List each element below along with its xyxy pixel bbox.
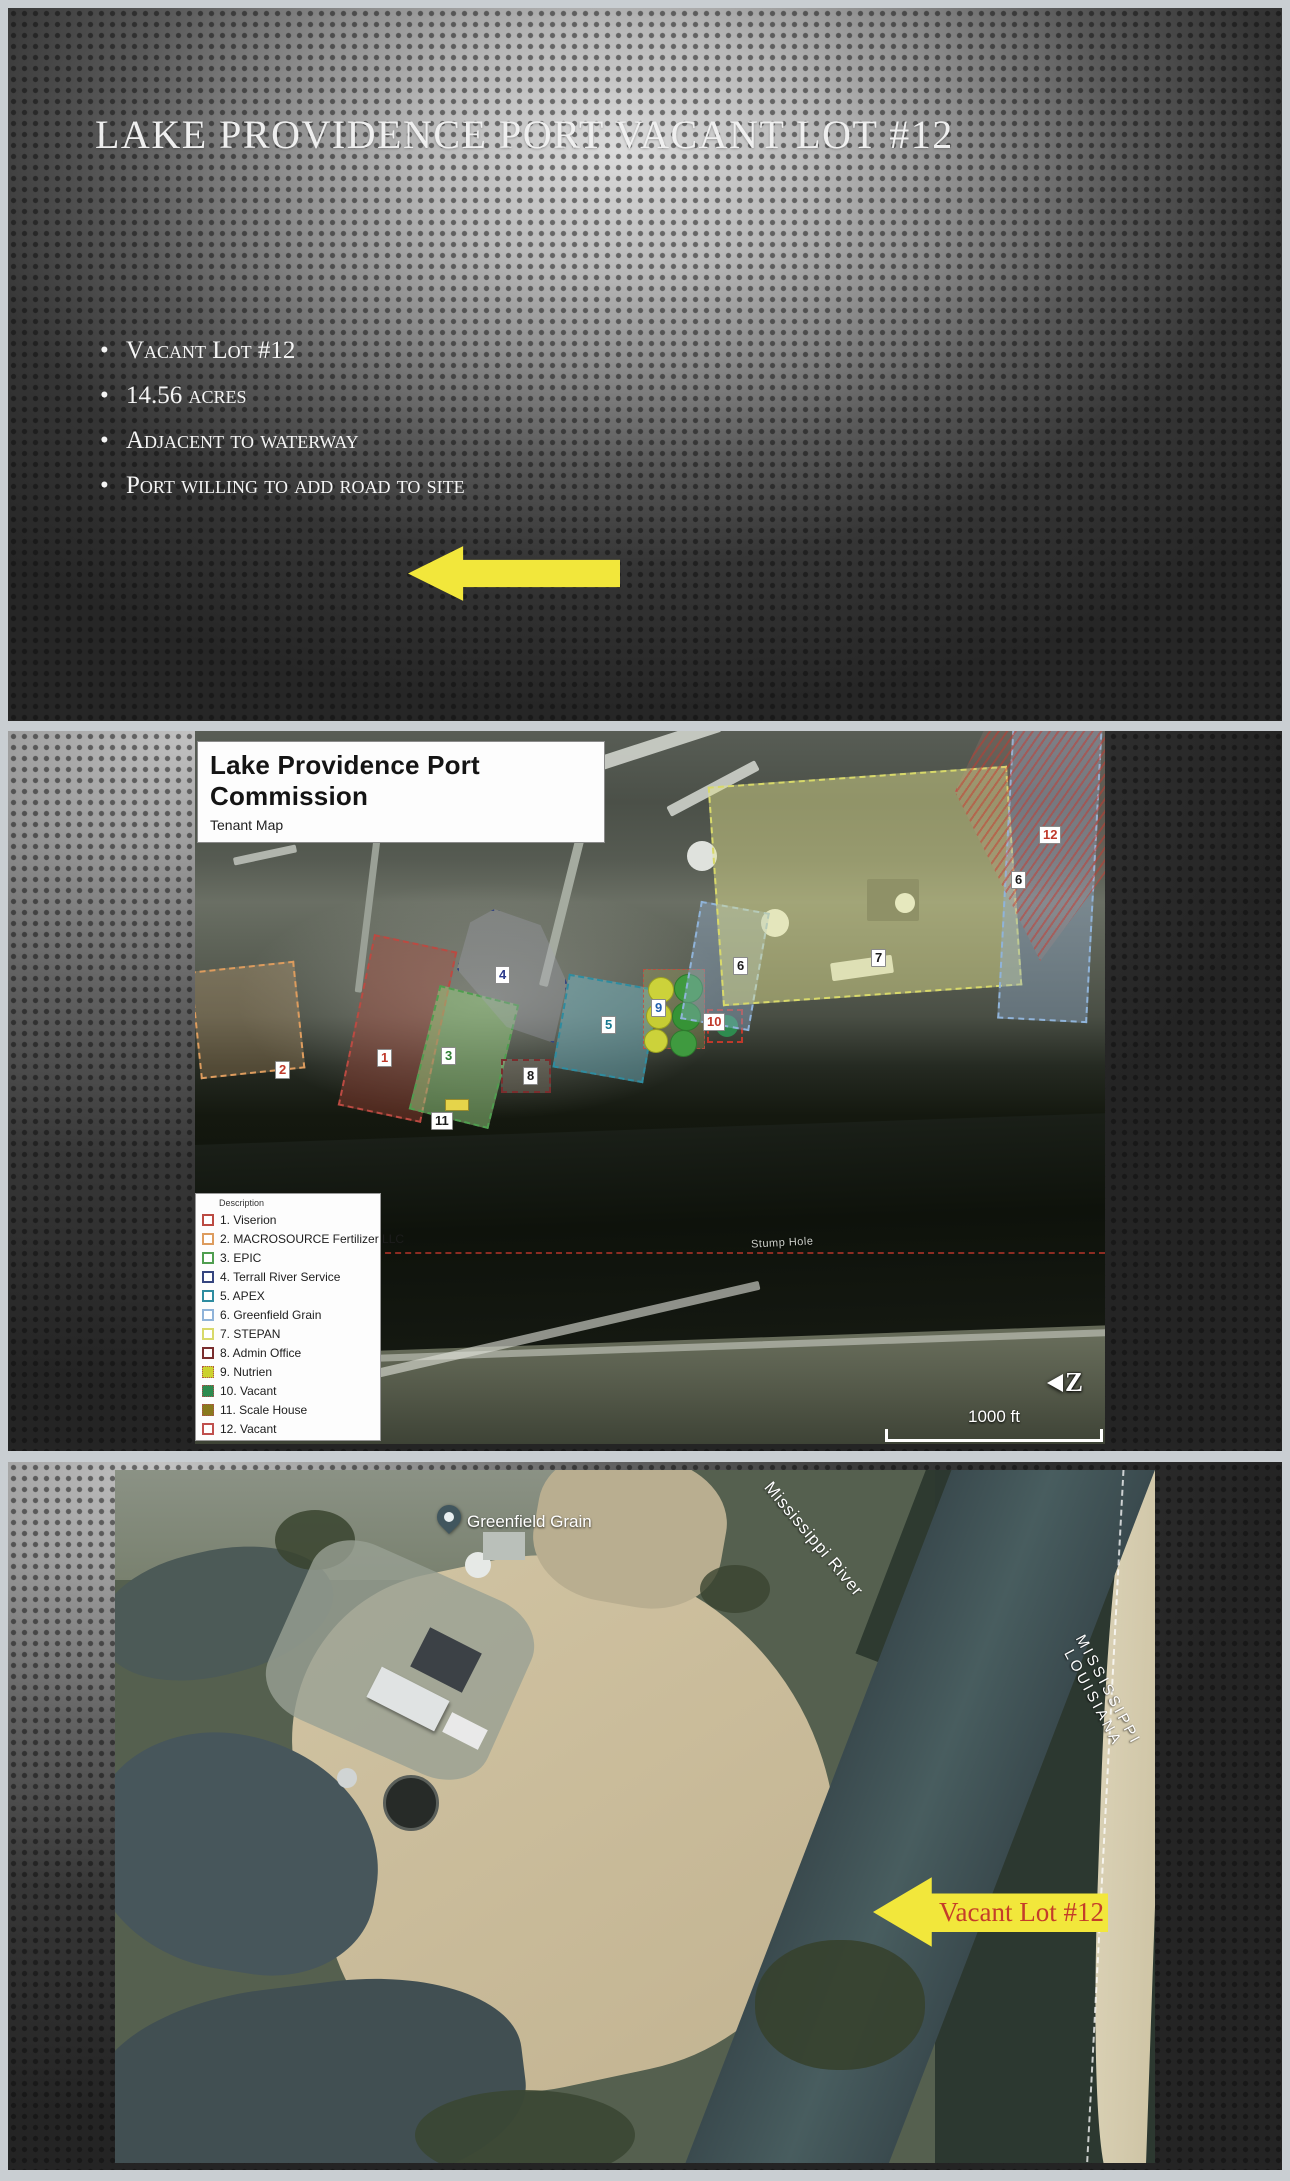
lot-number-chip: 6 [733, 957, 748, 975]
legend-label: 6. Greenfield Grain [220, 1308, 321, 1322]
legend-row: 6. Greenfield Grain [202, 1305, 376, 1324]
legend-row: 1. Viserion [202, 1210, 376, 1229]
legend-swatch [202, 1252, 214, 1264]
legend-row: 2. MACROSOURCE Fertilizer LLC [202, 1229, 376, 1248]
map-title-box: Lake Providence Port Commission Tenant M… [197, 741, 605, 843]
bullet-item: Port willing to add road to site [100, 473, 800, 499]
legend-swatch [202, 1423, 214, 1435]
scale-bar: 1000 ft [885, 1407, 1103, 1442]
river-label: Mississippi River [760, 1478, 868, 1601]
north-arrow-icon [1047, 1374, 1063, 1392]
legend-row: 7. STEPAN [202, 1324, 376, 1343]
map-subtitle: Tenant Map [210, 817, 592, 833]
north-arrow: Z [1047, 1367, 1083, 1398]
bullet-item: 14.56 acres [100, 383, 800, 409]
legend-row: 11. Scale House [202, 1400, 376, 1419]
map-title: Lake Providence Port Commission [210, 750, 592, 812]
legend-swatch [202, 1328, 214, 1340]
page-title: LAKE PROVIDENCE PORT VACANT LOT #12 [95, 111, 1195, 158]
legend-label: 11. Scale House [220, 1403, 307, 1417]
tank [337, 1768, 357, 1788]
trees [700, 1565, 770, 1613]
map-legend: Description 1. Viserion 2. MACROSOURCE Fe… [195, 1193, 381, 1441]
storage-tank [383, 1775, 439, 1831]
tenant-map-image: Stump Hole 1234566789101112 Lake Provide… [195, 731, 1105, 1444]
lot-number-chip: 1 [377, 1049, 392, 1067]
legend-swatch [202, 1309, 214, 1321]
legend-swatch [202, 1404, 214, 1416]
legend-label: 1. Viserion [220, 1213, 276, 1227]
slide-title-bullets: LAKE PROVIDENCE PORT VACANT LOT #12 Vaca… [8, 8, 1282, 721]
legend-row: 12. Vacant [202, 1419, 376, 1438]
lot-number-chip: 7 [871, 949, 886, 967]
slide-tenant-map: Stump Hole 1234566789101112 Lake Provide… [8, 731, 1282, 1451]
lot-number-chip: 2 [275, 1061, 290, 1079]
legend-swatch [202, 1366, 214, 1378]
slide-satellite: Greenfield Grain Mississippi River MISSI… [8, 1462, 1282, 2170]
legend-swatch [202, 1271, 214, 1283]
bullet-item: Vacant Lot #12 [100, 338, 800, 364]
legend-items: 1. Viserion 2. MACROSOURCE Fertilizer LLC… [202, 1210, 376, 1438]
legend-swatch [202, 1214, 214, 1226]
scale-line [885, 1429, 1103, 1442]
left-arrow-icon [408, 545, 620, 602]
lot-number-chip: 6 [1011, 871, 1026, 889]
lot-number-chip: 8 [523, 1067, 538, 1085]
legend-row: 8. Admin Office [202, 1343, 376, 1362]
legend-swatch [202, 1233, 214, 1245]
vacant-lot-arrow-label: Vacant Lot #12 [939, 1897, 1104, 1928]
legend-row: 9. Nutrien [202, 1362, 376, 1381]
pin-label: Greenfield Grain [467, 1512, 592, 1532]
lot-number-chip: 3 [441, 1047, 456, 1065]
bullet-list: Vacant Lot #12 14.56 acres Adjacent to w… [100, 338, 800, 518]
legend-label: 7. STEPAN [220, 1327, 280, 1341]
legend-label: 2. MACROSOURCE Fertilizer LLC [220, 1232, 404, 1246]
legend-swatch [202, 1385, 214, 1397]
lot-number-chip: 12 [1039, 826, 1061, 844]
legend-header: Description [219, 1198, 376, 1208]
lot-number-chip: 11 [431, 1112, 453, 1130]
north-arrow-letter: Z [1065, 1367, 1083, 1398]
legend-label: 3. EPIC [220, 1251, 261, 1265]
building [483, 1532, 525, 1560]
trees [755, 1940, 925, 2070]
legend-label: 12. Vacant [220, 1422, 276, 1436]
legend-swatch [202, 1347, 214, 1359]
legend-label: 10. Vacant [220, 1384, 276, 1398]
legend-label: 9. Nutrien [220, 1365, 272, 1379]
lot-number-chip: 9 [651, 999, 666, 1017]
legend-row: 5. APEX [202, 1286, 376, 1305]
legend-label: 4. Terrall River Service [220, 1270, 340, 1284]
legend-row: 3. EPIC [202, 1248, 376, 1267]
lot-number-chip: 4 [495, 966, 510, 984]
lot-number-chip: 5 [601, 1016, 616, 1034]
legend-row: 10. Vacant [202, 1381, 376, 1400]
lot-number-chip: 10 [703, 1013, 725, 1031]
scale-label: 1000 ft [968, 1407, 1020, 1426]
legend-row: 4. Terrall River Service [202, 1267, 376, 1286]
legend-label: 5. APEX [220, 1289, 265, 1303]
legend-label: 8. Admin Office [220, 1346, 301, 1360]
legend-swatch [202, 1290, 214, 1302]
satellite-image: Greenfield Grain Mississippi River MISSI… [115, 1470, 1155, 2163]
bullet-item: Adjacent to waterway [100, 428, 800, 454]
